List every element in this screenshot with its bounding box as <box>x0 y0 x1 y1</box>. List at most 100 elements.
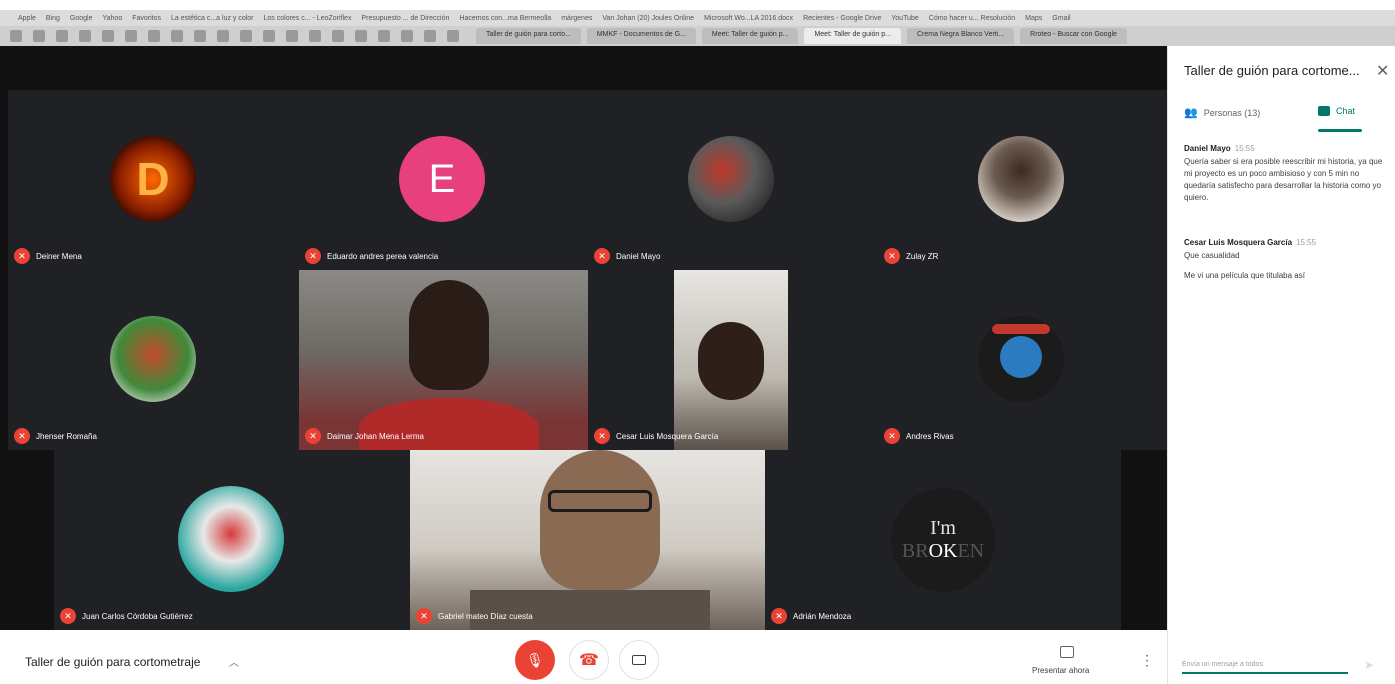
tab-label: Personas (13) <box>1203 107 1261 118</box>
participant-tile[interactable]: ✕ Andres Rivas <box>878 270 1167 450</box>
avatar <box>688 136 774 222</box>
message-sender: Cesar Luis Mosquera García 15:55 <box>1184 238 1384 247</box>
bookmark-item[interactable]: La estética c...a luz y color <box>171 15 253 22</box>
message-text: Quería saber si era posible reescribir m… <box>1184 157 1383 202</box>
bookmark-item[interactable]: Yahoo <box>103 15 123 22</box>
extension-icon[interactable] <box>263 30 275 42</box>
participant-tile[interactable]: ✕ Cesar Luis Mosquera García <box>588 270 878 450</box>
participant-video[interactable]: ✕ Gabriel mateo Díaz cuesta <box>410 450 765 630</box>
name-label: ✕ Deiner Mena <box>14 248 82 264</box>
mic-off-icon: ✕ <box>594 428 610 444</box>
participant-tile[interactable]: D ✕ Deiner Mena <box>8 90 299 270</box>
extension-icon[interactable] <box>286 30 298 42</box>
participant-tile[interactable]: E ✕ Eduardo andres perea valencia <box>299 90 588 270</box>
participant-tile[interactable]: ✕ Juan Carlos Córdoba Gutiérrez <box>54 450 410 630</box>
hangup-button[interactable]: ☎ <box>569 640 609 680</box>
tab-strip: Taller de guión para corto... MMKF - Docu… <box>0 26 1395 46</box>
close-icon[interactable]: ✕ <box>1376 61 1389 81</box>
avatar: D <box>110 136 196 222</box>
name-label: ✕ Juan Carlos Córdoba Gutiérrez <box>60 608 193 624</box>
camera-toggle-button[interactable] <box>619 640 659 680</box>
browser-tab[interactable]: Crema Negra Blanco Verti... <box>906 28 1015 44</box>
extension-icon[interactable] <box>171 30 183 42</box>
phone-hangup-icon: ☎ <box>579 652 599 669</box>
bookmark-item[interactable]: Presupuesto ... de Dirección <box>361 15 449 22</box>
bookmark-item[interactable]: Los colores c... - LeoZoriflex <box>264 15 352 22</box>
extension-icon[interactable] <box>194 30 206 42</box>
bookmark-item[interactable]: Maps <box>1025 15 1042 22</box>
bookmark-item[interactable]: Google <box>70 15 93 22</box>
bookmark-item[interactable]: Cómo hacer u... Resolución <box>929 15 1015 22</box>
bookmark-item[interactable]: Apple <box>18 15 36 22</box>
browser-tab[interactable]: Rroteo - Buscar con Google <box>1020 28 1127 44</box>
present-now-button[interactable]: Presentar ahora <box>1032 666 1089 675</box>
extension-icon[interactable] <box>401 30 413 42</box>
extension-icon[interactable] <box>79 30 91 42</box>
participant-video <box>674 270 788 450</box>
extension-icon[interactable] <box>240 30 252 42</box>
extension-icon[interactable] <box>125 30 137 42</box>
extension-icon[interactable] <box>378 30 390 42</box>
camera-icon <box>632 655 646 665</box>
bookmarks-bar: Apple Bing Google Yahoo Favoritos La estética… <box>0 10 1395 26</box>
name-label: ✕ Gabriel mateo Díaz cuesta <box>416 608 533 624</box>
bookmark-item[interactable]: Bing <box>46 15 60 22</box>
participant-tile[interactable]: ✕ Jhenser Romaña <box>8 270 299 450</box>
avatar: E <box>399 136 485 222</box>
extension-icon[interactable] <box>309 30 321 42</box>
bookmark-item[interactable]: Gmail <box>1052 15 1070 22</box>
mic-off-icon: ✕ <box>305 248 321 264</box>
name-label: ✕ Zulay ZR <box>884 248 938 264</box>
extension-icon[interactable] <box>56 30 68 42</box>
extension-icon[interactable] <box>447 30 459 42</box>
logo-text-part: EN <box>957 540 985 562</box>
extension-icon[interactable] <box>148 30 160 42</box>
chevron-up-icon[interactable]: ︿ <box>229 654 239 669</box>
avatar <box>178 486 284 592</box>
tab-chat[interactable]: Chat <box>1318 106 1355 116</box>
meet-window: Apple Bing Google Yahoo Favoritos La estética… <box>0 0 1395 684</box>
robot-icon <box>1000 336 1042 378</box>
message-text: Me vi una película que titulaba así <box>1184 271 1305 280</box>
more-options-icon[interactable]: ⋮ <box>1140 652 1154 669</box>
participant-name: Jhenser Romaña <box>36 431 97 441</box>
extension-icon[interactable] <box>102 30 114 42</box>
bookmark-item[interactable]: Recientes - Google Drive <box>803 15 881 22</box>
extension-icon[interactable] <box>217 30 229 42</box>
tab-people[interactable]: 👥 Personas (13) <box>1184 106 1260 119</box>
bookmark-item[interactable]: YouTube <box>891 15 919 22</box>
participant-tile[interactable]: ✕ Daniel Mayo <box>588 90 878 270</box>
avatar-letter: E <box>428 156 456 201</box>
mic-off-icon: 🎙 <box>526 651 544 668</box>
bookmark-item[interactable]: Favoritos <box>132 15 161 22</box>
mic-off-icon: ✕ <box>594 248 610 264</box>
present-icon[interactable] <box>1060 646 1074 658</box>
browser-tab[interactable]: Meet: Taller de guión p... <box>804 28 901 44</box>
bookmark-item[interactable]: Microsoft Wo...LA 2016.docx <box>704 15 793 22</box>
participant-video[interactable]: ✕ Daimar Johan Mena Lerma <box>299 270 588 450</box>
mic-toggle-button[interactable]: 🎙 <box>515 640 555 680</box>
extension-icon[interactable] <box>33 30 45 42</box>
extension-icon[interactable] <box>355 30 367 42</box>
bookmark-item[interactable]: Van Johan (20) Joules Online <box>602 15 694 22</box>
browser-tab[interactable]: MMKF - Documentos de G... <box>586 28 696 44</box>
meeting-title[interactable]: Taller de guión para cortometraje <box>25 655 200 669</box>
mic-off-icon: ✕ <box>771 608 787 624</box>
bookmark-item[interactable]: Hacemos con...ma Bermeolla <box>459 15 551 22</box>
participant-tile[interactable]: ✕ Zulay ZR <box>878 90 1167 270</box>
send-icon[interactable]: ➤ <box>1364 658 1374 672</box>
mic-off-icon: ✕ <box>14 428 30 444</box>
browser-tab[interactable]: Meet: Taller de guión p... <box>701 28 799 44</box>
extension-icon[interactable] <box>332 30 344 42</box>
bookmark-item[interactable]: márgenes <box>561 15 592 22</box>
extension-icon[interactable] <box>10 30 22 42</box>
browser-tab[interactable]: Taller de guión para corto... <box>476 28 581 44</box>
chat-input[interactable]: Envía un mensaje a todos <box>1182 658 1348 674</box>
mic-off-icon: ✕ <box>14 248 30 264</box>
logo-text: I'm <box>930 517 956 539</box>
name-label: ✕ Daniel Mayo <box>594 248 660 264</box>
mic-off-icon: ✕ <box>884 428 900 444</box>
extension-icon[interactable] <box>424 30 436 42</box>
participant-tile[interactable]: I'm BROKEN ✕ Adrián Mendoza <box>765 450 1121 630</box>
glasses-icon <box>548 490 652 512</box>
